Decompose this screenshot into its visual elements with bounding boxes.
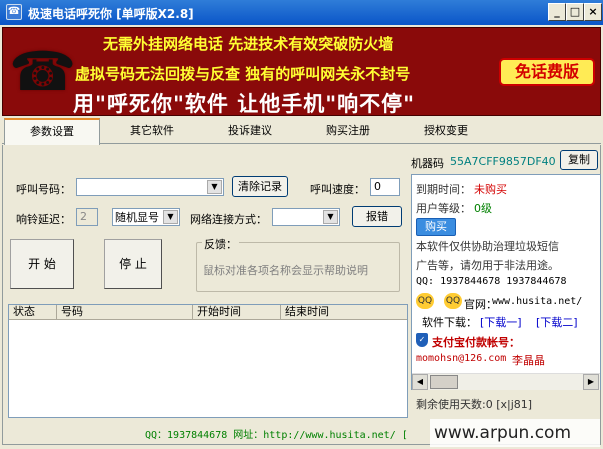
site-link[interactable]: www.husita.net/ <box>492 296 582 307</box>
chevron-down-icon[interactable]: ▼ <box>323 210 338 224</box>
report-error-button[interactable]: 报错 <box>352 206 402 227</box>
minimize-button[interactable]: _ <box>548 3 566 21</box>
feedback-label: 反馈： <box>202 236 239 252</box>
ring-delay-input[interactable]: 2 <box>76 208 98 226</box>
title-bar[interactable]: ☎ 极速电话呼死你 [单呼版X2.8] _ □ × <box>0 0 603 25</box>
column-start-time[interactable]: 开始时间 <box>193 305 281 320</box>
network-mode-label: 网络连接方式： <box>190 213 267 226</box>
status-text: QQ：1937844678 网址：http://www.husita.net/ … <box>145 430 408 441</box>
tab-purchase[interactable]: 购买注册 <box>300 118 396 144</box>
horizontal-scrollbar[interactable]: ◀ ▶ <box>412 373 600 390</box>
call-number-label: 呼叫号码： <box>16 183 71 196</box>
remaining-days: 剩余使用天数:0 [x|j81] <box>416 398 533 411</box>
call-log-table[interactable]: 状态 号码 开始时间 结束时间 <box>8 304 408 418</box>
clear-records-button[interactable]: 清除记录 <box>232 176 288 197</box>
expire-value: 未购买 <box>474 183 507 196</box>
qq-line: QQ: 1937844678 1937844678 <box>416 276 567 287</box>
app-icon: ☎ <box>6 4 22 20</box>
ring-delay-label: 响铃延迟： <box>16 213 71 226</box>
expire-label: 到期时间： <box>416 183 471 196</box>
machine-code-label: 机器码 <box>411 157 444 170</box>
download-label: 软件下载： <box>422 316 477 329</box>
close-button[interactable]: × <box>584 3 602 21</box>
tab-bar: 参数设置 其它软件 投诉建议 购买注册 授权变更 <box>2 118 601 145</box>
call-number-combo[interactable]: ▼ <box>76 178 224 196</box>
column-number[interactable]: 号码 <box>57 305 193 320</box>
tab-other-software[interactable]: 其它软件 <box>104 118 200 144</box>
level-value: 0级 <box>474 202 492 215</box>
maximize-button[interactable]: □ <box>566 3 584 21</box>
call-speed-input[interactable]: 0 <box>370 178 400 196</box>
scroll-thumb[interactable] <box>430 375 458 389</box>
tab-params[interactable]: 参数设置 <box>4 118 100 145</box>
banner-line-3: 用"呼死你"软件 让他手机"响不停" <box>73 92 416 116</box>
banner-line-2: 虚拟号码无法回拨与反查 独有的呼叫网关永不封号 <box>75 65 411 83</box>
free-badge: 免话费版 <box>499 58 595 86</box>
alipay-email: momohsn@126.com <box>416 353 507 364</box>
window-title: 极速电话呼死你 [单呼版X2.8] <box>28 7 194 21</box>
alipay-label: 支付宝付款帐号： <box>432 336 520 349</box>
start-button[interactable]: 开 始 <box>10 239 74 289</box>
network-mode-select[interactable]: ▼ <box>272 208 340 226</box>
stop-button[interactable]: 停 止 <box>104 239 162 289</box>
phone-icon: ☎ <box>9 40 77 103</box>
buy-button[interactable]: 购买 <box>416 218 456 236</box>
notice-line-1: 本软件仅供协助治理垃圾短信 <box>416 240 559 253</box>
display-number-value: 随机显号 <box>115 211 159 224</box>
watermark: www.arpun.com <box>430 419 600 447</box>
account-info-panel: 到期时间： 未购买 用户等级： 0级 购买 本软件仅供协助治理垃圾短信 广告等，… <box>411 174 601 390</box>
level-label: 用户等级： <box>416 202 471 215</box>
display-number-select[interactable]: 随机显号 ▼ <box>112 208 180 226</box>
copy-button[interactable]: 复制 <box>560 150 598 170</box>
qq-icon[interactable]: QQ <box>444 293 462 309</box>
ad-banner[interactable]: ☎ 无需外挂网络电话 先进技术有效突破防火墙 虚拟号码无法回拨与反查 独有的呼叫… <box>2 27 601 116</box>
call-speed-label: 呼叫速度： <box>310 183 365 196</box>
chevron-down-icon[interactable]: ▼ <box>207 180 222 194</box>
scroll-right-icon[interactable]: ▶ <box>583 374 599 390</box>
column-end-time[interactable]: 结束时间 <box>281 305 407 320</box>
notice-line-2: 广告等，请勿用于非法用途。 <box>416 259 559 272</box>
banner-line-1: 无需外挂网络电话 先进技术有效突破防火墙 <box>103 35 394 53</box>
alipay-name: 李晶晶 <box>512 354 545 367</box>
machine-code-value: 55A7CFF9857DF40 <box>450 155 556 168</box>
column-status[interactable]: 状态 <box>9 305 57 320</box>
qq-icon[interactable]: QQ <box>416 293 434 309</box>
tab-complaint[interactable]: 投诉建议 <box>202 118 298 144</box>
download-link-1[interactable]: [下载一] <box>480 314 522 330</box>
shield-icon: ✓ <box>416 333 428 347</box>
chevron-down-icon[interactable]: ▼ <box>163 210 178 224</box>
tab-license[interactable]: 授权变更 <box>398 118 494 144</box>
feedback-text: 鼠标对准各项名称会显示帮助说明 <box>203 264 368 277</box>
download-link-2[interactable]: [下载二] <box>536 314 578 330</box>
scroll-left-icon[interactable]: ◀ <box>412 374 428 390</box>
